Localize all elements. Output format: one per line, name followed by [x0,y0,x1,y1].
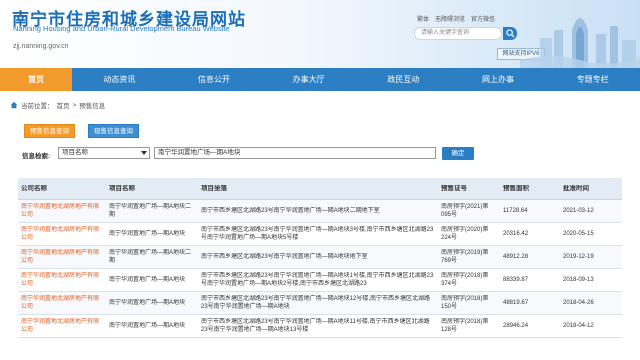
chevron-down-icon [141,151,147,155]
filter-select-value: 项目名称 [62,149,88,156]
col-area: 预售面积 [503,184,529,192]
cell-date: 2019-12-19 [563,254,594,260]
cell-project[interactable]: 南宁华润置地广场—期A地块 [106,276,198,284]
breadcrumb-separator: > [72,101,77,109]
top-links: 繁体 无障碍浏览 官方微信 [417,14,495,23]
filter-label: 信息检索: [22,153,51,160]
site-title-en: Nanning Housing and Urban-Rural Developm… [13,24,230,33]
site-header: 南宁市住房和城乡建设局网站 Nanning Housing and Urban-… [0,0,640,68]
cell-project[interactable]: 南宁华润置地广场—期A地块二期 [106,249,198,265]
filter-field-select[interactable]: 项目名称 [58,147,150,159]
cell-permit[interactable]: 南房预字(2020)第224号 [438,226,500,242]
cell-location: 南宁市西乡塘区北湖路23号南宁华润置地广场—期A地块12号楼,南宁市西乡塘区北湖… [201,296,431,310]
cell-area: 28946.24 [503,323,529,329]
tab-current-sale-query[interactable]: 现售信息查询 [88,124,139,138]
nav-info-public[interactable]: 信息公开 [167,68,262,91]
link-wechat[interactable]: 官方微信 [471,14,495,23]
table-row[interactable]: 南宁华润置地北湖房地产有限公司 南宁华润置地广场—期A地块 南宁市西乡塘区北湖路… [18,315,622,338]
link-accessibility[interactable]: 无障碍浏览 [435,14,465,23]
breadcrumb-current: 预售信息 [79,103,106,110]
nav-online-service[interactable]: 网上办事 [451,68,546,91]
nav-service-hall[interactable]: 办事大厅 [261,68,356,91]
cell-location: 南宁市西乡塘区北湖路23号南宁华润置地广场—期A地块二期地下室 [201,208,380,214]
table-row[interactable]: 南宁华润置地北湖房地产有限公司 南宁华润置地广场—期A地块二期 南宁市西乡塘区北… [18,246,622,269]
cell-location: 南宁市西乡塘区北湖路23号南宁华润置地广场—期A地块地下室 [201,254,368,260]
cell-permit[interactable]: 南房预字(2021)第095号 [438,203,500,219]
cell-permit[interactable]: 南房预字(2018)第374号 [438,272,500,288]
cell-company[interactable]: 南宁华润置地北湖房地产有限公司 [18,272,106,288]
city-skyline-image [520,18,640,68]
main-nav: 首页 动态资讯 信息公开 办事大厅 政民互动 网上办事 专题专栏 [0,68,640,91]
col-date: 批准时间 [563,184,589,192]
table-row[interactable]: 南宁华润置地北湖房地产有限公司 南宁华润置地广场—期A地块 南宁市西乡塘区北湖路… [18,292,622,315]
col-company: 公司名称 [21,184,47,192]
nav-interaction[interactable]: 政民互动 [356,68,451,91]
tab-presale-query[interactable]: 预售信息查询 [24,124,75,138]
breadcrumb-home[interactable]: 首页 [57,100,70,110]
cell-area: 48819.67 [503,300,529,306]
cell-location: 南宁市西乡塘区北湖路23号南宁华润置地广场—期A地块1号楼,南宁市西乡塘区北湖路… [201,273,434,287]
cell-permit[interactable]: 南房预字(2018)第150号 [438,295,500,311]
search-button[interactable] [503,27,517,40]
presale-table: 公司名称 项目名称 项目坐落 预售证号 预售面积 批准时间 南宁华润置地北湖房地… [18,178,622,338]
site-url: zjj.nanning.gov.cn [13,43,69,50]
cell-company[interactable]: 南宁华润置地北湖房地产有限公司 [18,249,106,265]
table-header: 公司名称 项目名称 项目坐落 预售证号 预售面积 批准时间 [18,178,622,200]
cell-date: 2018-09-13 [563,277,594,283]
breadcrumb: 当前位置： 首页 > 预售信息 [10,100,105,110]
cell-project[interactable]: 南宁华润置地广场—期A地块 [106,230,198,238]
filter-keyword-input[interactable]: 南宁华润置地广场—期A地块 [154,147,436,159]
cell-company[interactable]: 南宁华润置地北湖房地产有限公司 [18,203,106,219]
search-input[interactable]: 请输入关键字查询 [414,27,502,40]
cell-location: 南宁市西乡塘区北湖路23号南宁华润置地广场—期A地块3号楼,南宁市西乡塘区北湖路… [201,227,434,241]
cell-permit[interactable]: 南房预字(2019)第769号 [438,249,500,265]
col-location: 项目坐落 [201,184,227,192]
link-traditional[interactable]: 繁体 [417,14,429,23]
col-project: 项目名称 [109,184,135,192]
cell-company[interactable]: 南宁华润置地北湖房地产有限公司 [18,295,106,311]
cell-location: 南宁市西乡塘区北湖路23号南宁华润置地广场—期A地块11号楼,南宁市西乡塘区北湖… [201,319,430,333]
cell-company[interactable]: 南宁华润置地北湖房地产有限公司 [18,318,106,334]
cell-project[interactable]: 南宁华润置地广场—期A地块 [106,322,198,330]
cell-date: 2018-04-12 [563,323,594,329]
table-body: 南宁华润置地北湖房地产有限公司 南宁华润置地广场—期A地块二期 南宁市西乡塘区北… [18,200,622,338]
cell-date: 2020-05-15 [563,231,594,237]
search-icon [505,29,515,38]
table-row[interactable]: 南宁华润置地北湖房地产有限公司 南宁华润置地广场—期A地块 南宁市西乡塘区北湖路… [18,223,622,246]
breadcrumb-prefix: 当前位置： [21,103,54,110]
home-icon [10,101,18,109]
table-row[interactable]: 南宁华润置地北湖房地产有限公司 南宁华润置地广场—期A地块 南宁市西乡塘区北湖路… [18,269,622,292]
table-row[interactable]: 南宁华润置地北湖房地产有限公司 南宁华润置地广场—期A地块二期 南宁市西乡塘区北… [18,200,622,223]
cell-area: 48912.28 [503,254,529,260]
cell-permit[interactable]: 南房预字(2018)第128号 [438,318,500,334]
cell-area: 88339.87 [503,277,529,283]
nav-home[interactable]: 首页 [0,68,72,91]
cell-project[interactable]: 南宁华润置地广场—期A地块二期 [106,203,198,219]
cell-area: 20316.42 [503,231,529,237]
confirm-button[interactable]: 确定 [442,147,474,160]
nav-news[interactable]: 动态资讯 [72,68,167,91]
cell-date: 2018-04-26 [563,300,594,306]
cell-company[interactable]: 南宁华润置地北湖房地产有限公司 [18,226,106,242]
cell-area: 11728.64 [503,208,528,214]
cell-project[interactable]: 南宁华润置地广场—期A地块 [106,299,198,307]
cell-date: 2021-03-12 [563,208,594,214]
nav-special-column[interactable]: 专题专栏 [545,68,640,91]
col-permit: 预售证号 [441,184,467,192]
